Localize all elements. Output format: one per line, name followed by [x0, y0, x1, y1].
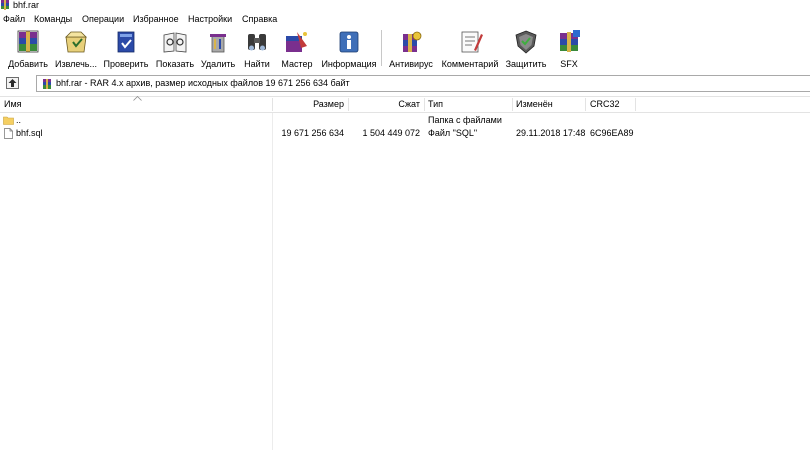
file-name: bhf.sql [16, 128, 43, 138]
column-size[interactable]: Размер [273, 97, 344, 112]
view-button-label: Показать [155, 59, 195, 69]
view-button[interactable]: Показать [153, 28, 197, 70]
protect-button-label: Защитить [505, 59, 547, 69]
find-button-label: Найти [244, 59, 270, 69]
wizard-button-label: Мастер [281, 59, 313, 69]
protect-button[interactable]: Защитить [503, 28, 549, 70]
list-item-file[interactable]: bhf.sql 19 671 256 634 1 504 449 072 Фай… [0, 127, 640, 140]
extract-icon [65, 31, 87, 53]
protect-shield-icon [515, 30, 537, 54]
title-bar: bhf.rar [0, 0, 810, 12]
antivirus-button[interactable]: Антивирус [386, 28, 436, 70]
file-size [273, 114, 344, 127]
add-button-label: Добавить [8, 59, 48, 69]
antivirus-button-label: Антивирус [389, 59, 433, 69]
add-button[interactable]: Добавить [6, 28, 50, 70]
file-type: Папка с файлами [428, 115, 502, 125]
column-divider[interactable] [424, 98, 425, 111]
test-button-label: Проверить [103, 59, 149, 69]
file-name: .. [16, 115, 22, 125]
info-button-label: Информация [321, 59, 377, 69]
sfx-button[interactable]: SFX [552, 28, 586, 70]
address-bar: bhf.rar - RAR 4.x архив, размер исходных… [0, 73, 810, 93]
column-divider[interactable] [635, 98, 636, 111]
delete-button-label: Удалить [200, 59, 236, 69]
column-packed[interactable]: Сжат [349, 97, 420, 112]
up-arrow-icon [8, 79, 17, 87]
extract-button-label: Извлечь... [54, 59, 97, 69]
extract-button[interactable]: Извлечь... [53, 28, 99, 70]
comment-button-label: Комментарий [441, 59, 499, 69]
folder-icon [3, 116, 14, 125]
file-packed [349, 114, 420, 127]
column-type[interactable]: Тип [428, 97, 443, 112]
find-binoculars-icon [248, 34, 266, 51]
wizard-button[interactable]: Мастер [277, 28, 317, 70]
test-icon [117, 31, 135, 53]
file-type: Файл "SQL" [428, 128, 478, 138]
view-icon [163, 32, 187, 53]
menu-operations[interactable]: Операции [82, 13, 124, 25]
up-folder-button[interactable] [6, 77, 19, 89]
column-gutter-line [272, 113, 273, 450]
toolbar: Добавить Извлечь... Проверить Показать У… [0, 26, 810, 71]
window-title: bhf.rar [13, 0, 40, 10]
file-list[interactable]: .. Папка с файлами bhf.sql 19 671 256 63… [0, 113, 810, 450]
list-item-parent-folder[interactable]: .. Папка с файлами [0, 114, 640, 127]
wizard-icon [286, 32, 307, 52]
toolbar-separator [381, 30, 382, 66]
info-button[interactable]: Информация [320, 28, 378, 70]
menu-settings[interactable]: Настройки [188, 13, 232, 25]
menu-favorites[interactable]: Избранное [133, 13, 179, 25]
file-crc: 6C96EA89 [590, 128, 634, 138]
antivirus-icon [403, 31, 422, 52]
file-modified: 29.11.2018 17:48 [516, 128, 586, 138]
file-size: 19 671 256 634 [281, 128, 344, 138]
find-button[interactable]: Найти [240, 28, 274, 70]
menu-help[interactable]: Справка [242, 13, 277, 25]
column-modified[interactable]: Изменён [516, 97, 553, 112]
sfx-button-label: SFX [560, 59, 578, 69]
winrar-app-icon [1, 0, 9, 10]
address-field[interactable]: bhf.rar - RAR 4.x архив, размер исходных… [36, 75, 810, 92]
comment-button[interactable]: Комментарий [440, 28, 500, 70]
column-divider[interactable] [585, 98, 586, 111]
rar-archive-icon [43, 79, 51, 89]
column-name[interactable]: Имя [4, 97, 22, 112]
add-archive-icon [17, 30, 39, 53]
column-divider[interactable] [512, 98, 513, 111]
delete-icon [210, 34, 226, 53]
address-text: bhf.rar - RAR 4.x архив, размер исходных… [56, 78, 350, 88]
file-packed: 1 504 449 072 [362, 128, 420, 138]
menu-commands[interactable]: Команды [34, 13, 72, 25]
file-icon [4, 128, 13, 139]
sort-ascending-icon [133, 96, 142, 101]
comment-icon [461, 31, 483, 53]
menu-bar: Файл Команды Операции Избранное Настройк… [0, 12, 810, 26]
test-button[interactable]: Проверить [102, 28, 150, 70]
column-crc[interactable]: CRC32 [590, 97, 620, 112]
menu-file[interactable]: Файл [3, 13, 25, 25]
info-icon [339, 31, 359, 53]
column-header: Имя Размер Сжат Тип Изменён CRC32 [0, 96, 810, 113]
delete-button[interactable]: Удалить [199, 28, 237, 70]
sfx-icon [560, 30, 580, 52]
